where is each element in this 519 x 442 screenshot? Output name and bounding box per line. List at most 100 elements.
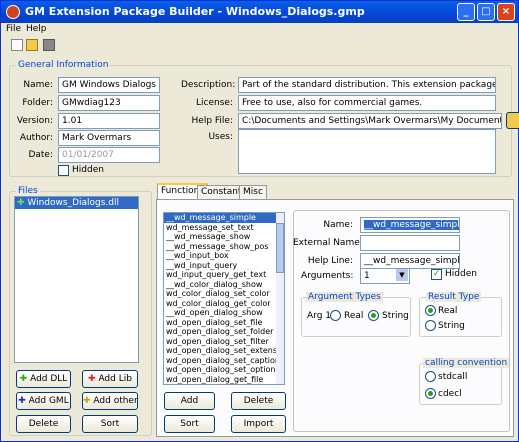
hidden-label: Hidden — [72, 165, 104, 175]
description-field[interactable]: Part of the standard distribution. This … — [238, 77, 496, 93]
app-icon — [6, 5, 20, 19]
folder-field[interactable]: GMwdiag123 — [58, 95, 160, 111]
list-item[interactable]: wd_open_dialog_set_caption — [164, 356, 284, 366]
list-item[interactable]: wd_color_dialog_get_color — [164, 299, 284, 309]
version-field[interactable]: 1.01 — [58, 113, 160, 129]
cdecl-radio[interactable] — [425, 388, 436, 399]
license-field[interactable]: Free to use, also for commercial games. — [238, 95, 496, 111]
name-label: Name: — [23, 80, 53, 90]
description-label: Description: — [181, 80, 236, 90]
add-icon: ✚ — [18, 396, 29, 406]
browse-folder-icon[interactable] — [506, 112, 519, 129]
result-type-title: Result Type — [426, 292, 482, 302]
files-list[interactable]: ✚ Windows_Dialogs.dll — [14, 196, 139, 363]
list-item[interactable]: __wd_open_dialog_show — [164, 308, 284, 318]
add-dll-button[interactable]: ✚ Add DLL — [16, 370, 71, 388]
cdecl-label: cdecl — [438, 389, 462, 399]
functions-sort-button[interactable]: Sort — [164, 415, 215, 433]
maximize-button[interactable]: □ — [477, 3, 495, 21]
help-line-field[interactable]: __wd_message_simple(str) — [360, 253, 460, 269]
folder-label: Folder: — [22, 98, 53, 108]
close-button[interactable]: × — [497, 3, 515, 21]
files-delete-button[interactable]: Delete — [16, 415, 71, 433]
help-file-field[interactable]: C:\Documents and Settings\Mark Overmars\… — [238, 113, 502, 129]
arguments-label: Arguments: — [301, 271, 354, 281]
result-string-label: String — [438, 321, 465, 331]
result-real-radio[interactable] — [425, 305, 436, 316]
list-item[interactable]: wd_open_dialog_set_file — [164, 318, 284, 328]
main-window: GM Extension Package Builder - Windows_D… — [0, 0, 519, 442]
name-field[interactable]: GM Windows Dialogs — [58, 77, 160, 93]
list-item[interactable]: ✚ Windows_Dialogs.dll — [15, 197, 138, 209]
external-name-field[interactable] — [360, 235, 460, 251]
date-field: 01/01/2007 — [58, 147, 160, 163]
function-name-label: Name: — [323, 220, 353, 230]
functions-add-button[interactable]: Add — [164, 392, 215, 410]
list-item[interactable]: __wd_input_query — [164, 261, 284, 271]
list-item[interactable]: wd_open_dialog_set_extension — [164, 346, 284, 356]
arguments-select[interactable]: 1 ▼ — [360, 268, 410, 284]
toolbar — [1, 37, 518, 53]
list-item[interactable]: wd_open_dialog_get_file — [164, 375, 284, 385]
functions-list[interactable]: __wd_message_simple wd_message_set_text __… — [163, 212, 285, 385]
list-item[interactable]: wd_message_set_text — [164, 223, 284, 233]
external-name-label: External Name: — [293, 238, 363, 248]
add-other-button[interactable]: ✚ Add other — [82, 392, 138, 410]
add-icon: ✚ — [83, 396, 94, 406]
result-string-radio[interactable] — [425, 320, 436, 331]
help-file-label: Help File: — [191, 116, 233, 126]
stdcall-label: stdcall — [438, 372, 468, 382]
files-title: Files — [16, 186, 40, 196]
list-item[interactable]: __wd_color_dialog_show — [164, 280, 284, 290]
uses-field[interactable] — [238, 129, 496, 174]
title-bar: GM Extension Package Builder - Windows_D… — [1, 1, 518, 23]
function-hidden-label: Hidden — [445, 269, 477, 279]
menu-help[interactable]: Help — [26, 24, 47, 34]
chevron-down-icon: ▼ — [396, 269, 408, 281]
help-line-label: Help Line: — [307, 256, 353, 266]
scrollbar-thumb[interactable] — [276, 223, 284, 273]
list-item[interactable]: __wd_message_show_pos — [164, 242, 284, 252]
calling-convention-title: calling convention — [423, 358, 510, 368]
list-item[interactable]: wd_input_query_get_text — [164, 270, 284, 280]
menu-file[interactable]: File — [6, 24, 21, 34]
date-label: Date: — [28, 150, 53, 160]
function-name-field[interactable]: __wd_message_simple — [360, 217, 460, 233]
add-gml-button[interactable]: ✚ Add GML — [16, 392, 71, 410]
version-label: Version: — [16, 116, 53, 126]
stdcall-radio[interactable] — [425, 371, 436, 382]
list-item[interactable]: wd_save_dialog_show — [164, 384, 284, 385]
arg1-string-radio[interactable] — [368, 310, 379, 321]
list-item[interactable]: wd_open_dialog_set_folder — [164, 327, 284, 337]
open-folder-icon[interactable] — [26, 39, 38, 51]
file-icon: ✚ — [17, 198, 28, 208]
list-item[interactable]: __wd_input_box — [164, 251, 284, 261]
list-item[interactable]: __wd_message_show — [164, 232, 284, 242]
add-icon: ✚ — [88, 374, 99, 384]
hidden-checkbox[interactable] — [58, 165, 69, 176]
author-label: Author: — [19, 133, 53, 143]
menu-bar: File Help — [1, 23, 518, 37]
new-file-icon[interactable] — [11, 39, 23, 51]
tab-misc[interactable]: Misc — [239, 185, 267, 200]
list-item[interactable]: wd_color_dialog_set_color — [164, 289, 284, 299]
function-hidden-checkbox[interactable]: ✓ — [431, 269, 442, 280]
scrollbar[interactable] — [276, 213, 284, 384]
add-icon: ✚ — [19, 374, 31, 384]
functions-delete-button[interactable]: Delete — [231, 392, 286, 410]
arg1-real-radio[interactable] — [330, 310, 341, 321]
list-item[interactable]: wd_open_dialog_set_option — [164, 365, 284, 375]
result-real-label: Real — [438, 306, 458, 316]
author-field[interactable]: Mark Overmars — [58, 130, 160, 146]
arg1-string-label: String — [382, 311, 409, 321]
files-sort-button[interactable]: Sort — [82, 415, 138, 433]
general-information-title: General Information — [16, 60, 111, 70]
list-item[interactable]: wd_open_dialog_set_filter — [164, 337, 284, 347]
list-item[interactable]: __wd_message_simple — [164, 213, 284, 223]
save-icon[interactable] — [43, 39, 55, 51]
functions-import-button[interactable]: Import — [231, 415, 286, 433]
argument-types-title: Argument Types — [306, 292, 383, 302]
add-lib-button[interactable]: ✚ Add Lib — [82, 370, 138, 388]
license-label: License: — [196, 98, 233, 108]
minimize-button[interactable]: _ — [457, 3, 475, 21]
